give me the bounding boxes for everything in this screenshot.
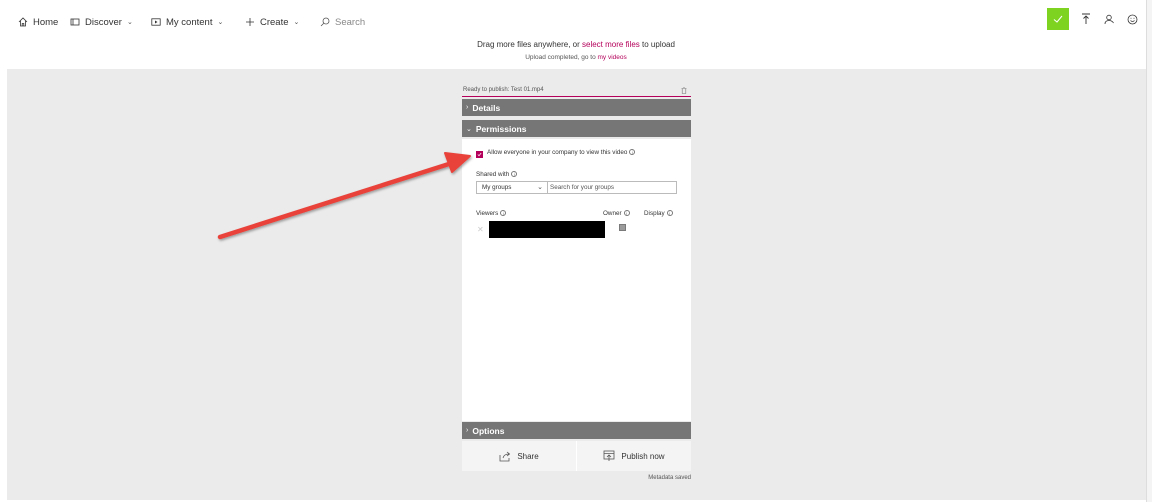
search-input[interactable]: Search <box>335 17 365 28</box>
drag-files-message: Drag more files anywhere, or select more… <box>0 40 1152 49</box>
viewers-label: Viewers i <box>476 210 507 217</box>
plus-icon <box>246 18 254 26</box>
publish-now-label: Publish now <box>621 451 665 461</box>
info-icon[interactable]: i <box>623 210 630 217</box>
share-button[interactable]: Share <box>462 441 576 471</box>
action-buttons: Share Publish now <box>462 441 691 471</box>
redacted-viewer-name <box>489 221 605 238</box>
chevron-down-icon: ⌄ <box>126 19 133 26</box>
video-icon <box>151 18 161 26</box>
chevron-right-icon: › <box>466 427 469 434</box>
profile-button[interactable] <box>1100 10 1118 28</box>
share-icon <box>499 451 511 461</box>
chevron-down-icon: ⌄ <box>537 184 543 191</box>
checkmark-icon <box>1053 15 1063 23</box>
page-scrollbar[interactable] <box>1146 0 1152 502</box>
drag-suffix: to upload <box>639 40 675 49</box>
options-section-header[interactable]: › Options <box>462 422 691 439</box>
nav-my-content-label: My content <box>166 16 213 28</box>
shared-with-label: Shared with i <box>476 171 518 178</box>
metadata-status: Metadata saved <box>648 475 691 481</box>
details-section-header[interactable]: › Details <box>462 99 691 116</box>
allow-everyone-text: Allow everyone in your company to view t… <box>487 149 628 156</box>
my-videos-link[interactable]: my videos <box>598 54 627 61</box>
publish-icon <box>604 450 615 461</box>
feedback-button[interactable] <box>1123 10 1141 28</box>
person-icon <box>1104 14 1114 24</box>
home-icon <box>18 17 28 27</box>
search-box[interactable]: Search <box>320 14 365 30</box>
select-more-files-link[interactable]: select more files <box>582 40 640 49</box>
nav-create-label: Create <box>260 16 289 28</box>
viewers-text: Viewers <box>476 210 499 217</box>
groups-search-input[interactable]: Search for your groups <box>548 181 677 194</box>
chevron-right-icon: › <box>466 104 469 111</box>
discover-icon <box>70 18 80 26</box>
ready-to-publish-text: Ready to publish: Test 01.mp4 <box>463 87 544 93</box>
display-text: Display <box>644 210 665 217</box>
permissions-section-header[interactable]: ⌄ Permissions <box>462 120 691 137</box>
drag-prefix: Drag more files anywhere, or <box>477 40 582 49</box>
details-header-label: Details <box>472 102 501 113</box>
permissions-body: Allow everyone in your company to view t… <box>462 139 691 421</box>
info-icon[interactable]: i <box>511 171 518 178</box>
owner-column-label: Owner i <box>603 210 630 217</box>
upload-button[interactable] <box>1077 10 1095 28</box>
nav-discover[interactable]: Discover ⌄ <box>70 14 133 30</box>
groups-dropdown-value: My groups <box>482 184 512 191</box>
upload-status-button[interactable] <box>1047 8 1069 30</box>
display-column-label: Display i <box>644 210 673 217</box>
top-navigation-bar: Home Discover ⌄ My content ⌄ Create ⌄ Se… <box>0 0 1152 40</box>
ready-to-publish-row: Ready to publish: Test 01.mp4 <box>462 85 691 97</box>
checkmark-icon <box>477 152 482 157</box>
chevron-down-icon: ⌄ <box>293 19 300 26</box>
groups-dropdown[interactable]: My groups ⌄ <box>476 181 548 194</box>
nav-create[interactable]: Create ⌄ <box>245 14 299 30</box>
allow-everyone-label: Allow everyone in your company to view t… <box>487 149 636 156</box>
upload-completed-message: Upload completed, go to my videos <box>0 54 1152 61</box>
allow-everyone-checkbox[interactable] <box>476 151 483 158</box>
permissions-header-label: Permissions <box>475 123 527 134</box>
nav-home-label: Home <box>33 16 59 28</box>
share-button-label: Share <box>517 451 539 461</box>
completed-prefix: Upload completed, go to <box>525 54 598 61</box>
upload-icon <box>1082 13 1090 24</box>
info-icon[interactable]: i <box>500 210 507 217</box>
nav-discover-label: Discover <box>85 16 122 28</box>
shared-with-text: Shared with <box>476 171 510 178</box>
owner-checkbox[interactable] <box>619 224 626 231</box>
owner-text: Owner <box>603 210 622 217</box>
publish-panel: Ready to publish: Test 01.mp4 › Details … <box>462 85 691 485</box>
nav-home[interactable]: Home <box>18 14 58 30</box>
options-header-label: Options <box>472 425 505 436</box>
remove-viewer-icon[interactable]: ✕ <box>477 225 484 234</box>
chevron-down-icon: ⌄ <box>217 19 224 26</box>
info-icon[interactable]: i <box>666 210 673 217</box>
info-icon[interactable]: i <box>629 149 636 156</box>
publish-now-button[interactable]: Publish now <box>576 441 691 471</box>
search-icon <box>320 17 330 27</box>
smiley-icon <box>1127 14 1137 24</box>
delete-upload-button[interactable] <box>681 87 687 96</box>
nav-my-content[interactable]: My content ⌄ <box>151 14 223 30</box>
chevron-down-icon: ⌄ <box>466 125 472 133</box>
trash-icon <box>681 87 687 94</box>
